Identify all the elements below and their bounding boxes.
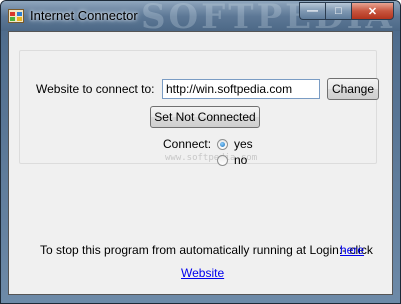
minimize-button[interactable]: —: [299, 2, 325, 20]
radio-yes-label: yes: [234, 137, 253, 151]
website-link[interactable]: Website: [181, 266, 224, 280]
here-link[interactable]: here: [340, 243, 364, 257]
maximize-icon: □: [335, 5, 342, 17]
close-icon: ✕: [367, 5, 378, 18]
stop-autorun-text: To stop this program from automatically …: [40, 243, 373, 257]
radio-no-label: no: [234, 153, 248, 167]
maximize-button[interactable]: □: [325, 2, 351, 20]
connection-group: Website to connect to: Change Set Not Co…: [19, 50, 379, 167]
change-button[interactable]: Change: [327, 78, 379, 100]
app-window: SOFTPEDIA Internet Connector — □ ✕ Websi…: [0, 0, 401, 304]
app-icon[interactable]: [8, 8, 24, 24]
window-title: Internet Connector: [30, 8, 138, 23]
radio-yes[interactable]: yes: [217, 137, 253, 151]
client-area: Website to connect to: Change Set Not Co…: [8, 31, 393, 295]
radio-yes-indicator[interactable]: [217, 138, 228, 150]
website-label: Website to connect to:: [36, 82, 155, 96]
radio-no-indicator[interactable]: [217, 154, 228, 166]
minimize-icon: —: [307, 5, 318, 17]
title-bar[interactable]: SOFTPEDIA Internet Connector — □ ✕: [1, 1, 400, 37]
website-input[interactable]: [162, 79, 320, 99]
set-not-connected-button[interactable]: Set Not Connected: [150, 106, 260, 128]
radio-no[interactable]: no: [217, 153, 247, 167]
close-button[interactable]: ✕: [351, 2, 394, 20]
caption-buttons: — □ ✕: [299, 2, 394, 21]
connect-label: Connect:: [163, 137, 212, 151]
